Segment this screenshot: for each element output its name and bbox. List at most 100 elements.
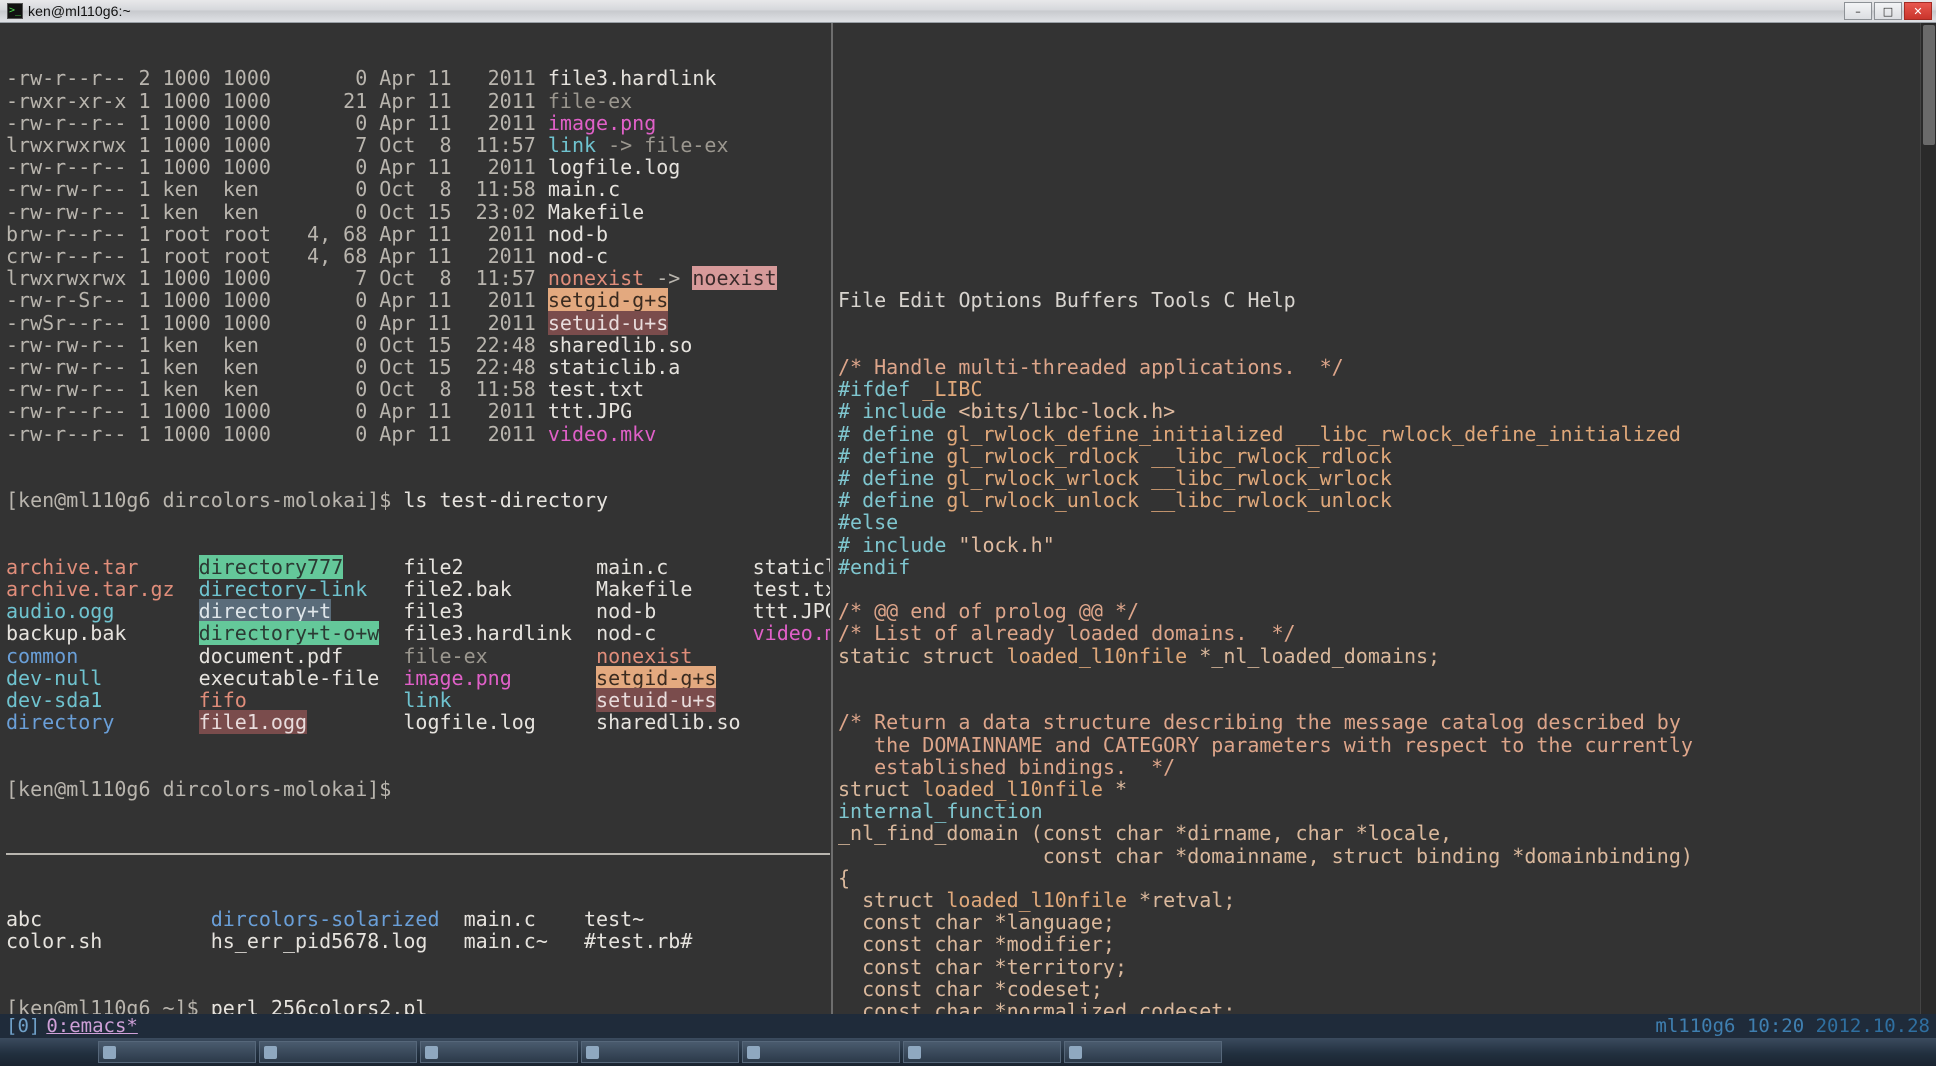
ls-grid-item: Makefile	[596, 577, 692, 601]
taskbar-item[interactable]	[420, 1041, 578, 1063]
terminal-pane-right-emacs[interactable]: File Edit Options Buffers Tools C Help /…	[838, 223, 1936, 1038]
ls-grid-item: setuid-u+s	[596, 688, 716, 712]
ls-grid-item: sharedlib.so	[596, 710, 741, 734]
emacs-source-line: /* @@ end of prolog @@ */	[838, 600, 1936, 622]
emacs-token: # include	[838, 399, 946, 423]
emacs-token: gl_rwlock_wrlock __libc_rwlock_wrlock	[934, 466, 1392, 490]
terminal-surface[interactable]: -rw-r--r-- 2 1000 1000 0 Apr 11 2011 fil…	[0, 23, 1936, 1038]
emacs-token: const char *territory;	[838, 955, 1127, 979]
ls-long-row: -rw-r--r-- 2 1000 1000 0 Apr 11 2011 fil…	[6, 67, 830, 89]
emacs-menu-c[interactable]: C	[1223, 288, 1235, 312]
ls-long-name: main.c	[548, 177, 620, 201]
emacs-menubar[interactable]: File Edit Options Buffers Tools C Help	[838, 289, 1936, 311]
emacs-menu-buffers[interactable]: Buffers	[1055, 288, 1139, 312]
emacs-token: established bindings. */	[838, 755, 1175, 779]
ls-grid-row: directory file1.ogg logfile.log sharedli…	[6, 711, 830, 733]
emacs-source-line: struct loaded_l10nfile *	[838, 778, 1936, 800]
ls-grid-item: ttt.JPG	[753, 599, 830, 623]
ls-long-meta: -rw-rw-r-- 1 ken ken 0 Oct 15 23:02	[6, 200, 548, 224]
ls-long-name: nonexist	[548, 266, 644, 290]
window-title: ken@ml110g6:~	[28, 3, 131, 19]
emacs-source-line: const char *territory;	[838, 956, 1936, 978]
minimize-button[interactable]: –	[1844, 2, 1872, 20]
terminal-pane-left[interactable]: -rw-r--r-- 2 1000 1000 0 Apr 11 2011 fil…	[6, 23, 830, 1038]
ls-long-meta: crw-r--r-- 1 root root 4, 68 Apr 11 2011	[6, 244, 548, 268]
status-time: 10:20	[1747, 1015, 1804, 1037]
ls-long-row: -rw-r--r-- 1 1000 1000 0 Apr 11 2011 log…	[6, 156, 830, 178]
ls-long-name: ttt.JPG	[548, 399, 632, 423]
ls-long-meta: -rw-r--r-- 1 1000 1000 0 Apr 11 2011	[6, 399, 548, 423]
taskbar-item[interactable]	[903, 1041, 1061, 1063]
ls-long-row: -rw-rw-r-- 1 ken ken 0 Oct 15 22:48 shar…	[6, 334, 830, 356]
ls-grid-item: directory+t-o+w	[199, 621, 380, 645]
home-ls-item: dircolors-solarized	[211, 907, 440, 931]
taskbar-item[interactable]	[1064, 1041, 1222, 1063]
taskbar-item[interactable]	[98, 1041, 256, 1063]
ls-long-row: -rw-rw-r-- 1 ken ken 0 Oct 15 22:48 stat…	[6, 356, 830, 378]
prompt-command: ls test-directory	[403, 488, 608, 512]
taskbar-item[interactable]	[742, 1041, 900, 1063]
ls-grid-item: file-ex	[403, 644, 487, 668]
ls-long-meta: -rw-rw-r-- 1 ken ken 0 Oct 8 11:58	[6, 177, 548, 201]
emacs-token: /* List of already loaded domains. */	[838, 621, 1296, 645]
emacs-source-line: established bindings. */	[838, 756, 1936, 778]
ls-grid-item: archive.tar.gz	[6, 577, 175, 601]
ls-long-row: -rw-r--r-- 1 1000 1000 0 Apr 11 2011 ttt…	[6, 400, 830, 422]
scrollbar-thumb[interactable]	[1923, 25, 1935, 145]
taskbar-item-icon	[908, 1046, 921, 1059]
window-scrollbar[interactable]: ▲ ▼	[1920, 23, 1936, 1038]
emacs-menu-tools[interactable]: Tools	[1151, 288, 1211, 312]
taskbar-item-icon	[747, 1046, 760, 1059]
ls-grid-row: audio.ogg directory+t file3 nod-b ttt.JP…	[6, 600, 830, 622]
ls-long-name: Makefile	[548, 200, 644, 224]
emacs-source-line: /* Handle multi-threaded applications. *…	[838, 356, 1936, 378]
close-button[interactable]: ✕	[1904, 2, 1932, 20]
ls-grid-item: nod-b	[596, 599, 656, 623]
emacs-menu-file[interactable]: File	[838, 288, 886, 312]
ls-long-row: brw-r--r-- 1 root root 4, 68 Apr 11 2011…	[6, 223, 830, 245]
status-window-emacs[interactable]: 0:emacs*	[46, 1015, 138, 1037]
ls-grid-item: directory777	[199, 555, 344, 579]
ls-grid-item: common	[6, 644, 78, 668]
ls-grid-item: file2.bak	[403, 577, 511, 601]
taskbar-item-icon	[103, 1046, 116, 1059]
ls-long-meta: -rw-rw-r-- 1 ken ken 0 Oct 15 22:48	[6, 333, 548, 357]
ls-grid-item: directory-link	[199, 577, 368, 601]
window-controls: – □ ✕	[1844, 2, 1932, 20]
ls-grid-row: dev-sda1 fifo link setuid-u+s	[6, 689, 830, 711]
emacs-token: gl_rwlock_rdlock __libc_rwlock_rdlock	[934, 444, 1392, 468]
app-window: >_ ken@ml110g6:~ – □ ✕ -rw-r--r-- 2 1000…	[0, 0, 1936, 1066]
ls-long-row: lrwxrwxrwx 1 1000 1000 7 Oct 8 11:57 non…	[6, 267, 830, 289]
emacs-source-line: #endif	[838, 556, 1936, 578]
status-date: 2012.10.28	[1816, 1015, 1930, 1037]
ls-long-link-target: noexist	[692, 266, 776, 290]
emacs-source-buffer[interactable]: /* Handle multi-threaded applications. *…	[838, 356, 1936, 1038]
ls-grid-item: directory+t	[199, 599, 331, 623]
emacs-token: const char *domainname, struct binding *…	[838, 844, 1693, 868]
ls-long-row: -rwSr--r-- 1 1000 1000 0 Apr 11 2011 set…	[6, 312, 830, 334]
emacs-source-line: const char *codeset;	[838, 978, 1936, 1000]
emacs-token: #endif	[838, 555, 910, 579]
taskbar-item[interactable]	[259, 1041, 417, 1063]
emacs-menu-help[interactable]: Help	[1247, 288, 1295, 312]
taskbar-item[interactable]	[581, 1041, 739, 1063]
os-taskbar[interactable]	[0, 1038, 1936, 1066]
emacs-token: gl_rwlock_unlock __libc_rwlock_unlock	[934, 488, 1392, 512]
pane-divider	[831, 23, 833, 1038]
emacs-menu-edit[interactable]: Edit	[898, 288, 946, 312]
emacs-source-line: _nl_find_domain (const char *dirname, ch…	[838, 822, 1936, 844]
ls-grid-item: main.c	[596, 555, 668, 579]
ls-long-meta: -rwxr-xr-x 1 1000 1000 21 Apr 11 2011	[6, 89, 548, 113]
ls-long-meta: -rw-rw-r-- 1 ken ken 0 Oct 8 11:58	[6, 377, 548, 401]
emacs-menu-options[interactable]: Options	[958, 288, 1042, 312]
window-titlebar[interactable]: >_ ken@ml110g6:~ – □ ✕	[0, 0, 1936, 23]
ls-long-row: -rwxr-xr-x 1 1000 1000 21 Apr 11 2011 fi…	[6, 90, 830, 112]
ls-grid-item: executable-file	[199, 666, 380, 690]
home-ls-listing: abc dircolors-solarized main.c test~ col…	[6, 908, 830, 952]
emacs-source-line: const char *language;	[838, 911, 1936, 933]
maximize-button[interactable]: □	[1874, 2, 1902, 20]
ls-grid-item: file2	[403, 555, 463, 579]
home-ls-item: hs_err_pid5678.log	[211, 929, 428, 953]
emacs-source-line: {	[838, 867, 1936, 889]
ls-long-meta: lrwxrwxrwx 1 1000 1000 7 Oct 8 11:57	[6, 266, 548, 290]
